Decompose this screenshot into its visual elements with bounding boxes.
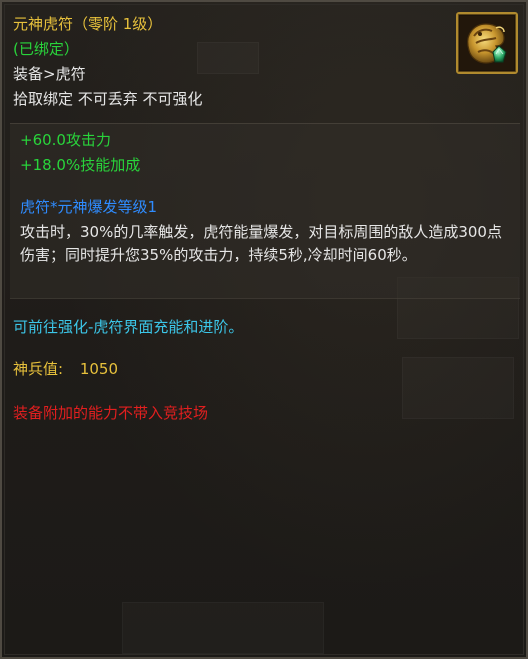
background-ghost [402, 357, 514, 419]
item-restrictions: 拾取绑定 不可丢弃 不可强化 [13, 90, 203, 108]
tiger-talisman-icon [460, 16, 514, 70]
item-name: 元神虎符（零阶 1级） [13, 15, 163, 33]
stat-attack: +60.0攻击力 [20, 131, 111, 149]
divine-value-row: 神兵值: 1050 [13, 359, 118, 379]
skill-description: 攻击时，30%的几率触发，虎符能量爆发，对目标周围的敌人造成300点伤害；同时提… [20, 223, 502, 264]
item-icon-frame [456, 12, 518, 74]
divine-value-label: 神兵值: [13, 360, 64, 378]
background-ghost [197, 42, 259, 74]
skill-name: 虎符*元神爆发等级1 [20, 198, 158, 216]
item-category: 装备>虎符 [13, 65, 86, 83]
divine-value-number: 1050 [79, 360, 119, 378]
arena-note: 装备附加的能力不带入竞技场 [13, 404, 209, 422]
stat-skill-bonus: +18.0%技能加成 [20, 156, 141, 174]
item-tooltip: 元神虎符（零阶 1级） (已绑定） 装备>虎符 拾取绑定 不可丢弃 不可强化 +… [0, 0, 528, 659]
upgrade-hint: 可前往强化-虎符界面充能和进阶。 [13, 318, 244, 336]
bind-status: (已绑定） [13, 40, 79, 58]
background-ghost [122, 602, 324, 654]
